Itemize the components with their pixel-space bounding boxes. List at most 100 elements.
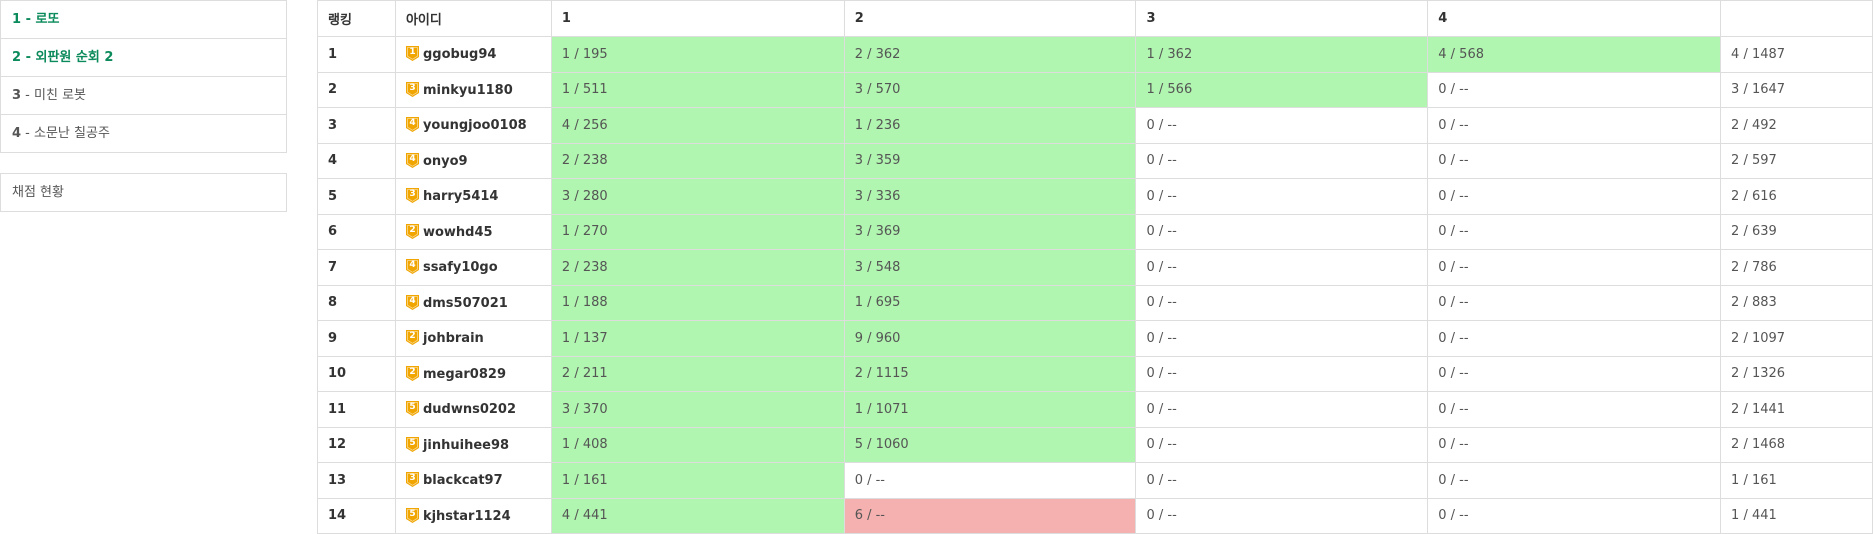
- problem-3-result-cell: 0 / --: [1135, 249, 1429, 286]
- user-id-link[interactable]: onyo9: [423, 154, 468, 169]
- total-cell: 2 / 597: [1720, 142, 1873, 179]
- rank-cell: 10: [317, 355, 396, 392]
- tier-badge-number: 5: [409, 402, 416, 413]
- user-id-link[interactable]: ggobug94: [423, 47, 497, 62]
- user-id-link[interactable]: kjhstar1124: [423, 509, 511, 524]
- problem-sidebar: 1 - 로또 2 - 외판원 순회 23 - 미친 로봇 4 - 소문난 칠공주 채…: [0, 0, 287, 212]
- user-cell: 5 dudwns0202: [394, 391, 552, 428]
- problem-4-result-cell: 0 / --: [1427, 355, 1722, 392]
- rank-cell: 12: [317, 426, 396, 463]
- table-row: 14 5 kjhstar1124 4 / 441 6 / -- 0 / -- 0 / -- 1…: [317, 497, 1873, 534]
- problem-separator: -: [21, 88, 35, 103]
- problem-2-result-cell: 3 / 369: [843, 213, 1137, 250]
- problem-2-result-cell: 2 / 362: [843, 36, 1137, 73]
- table-row: 6 2 wowhd45 1 / 270 3 / 369 0 / -- 0 / -- 2 / 6…: [317, 213, 1873, 250]
- user-cell: 3 blackcat97: [394, 462, 552, 499]
- tier-badge-number: 3: [409, 82, 416, 93]
- user-id-link[interactable]: minkyu1180: [423, 83, 513, 98]
- problem-item-4[interactable]: 4 - 소문난 칠공주: [1, 115, 286, 152]
- problem-3-result-cell: 1 / 566: [1135, 71, 1429, 108]
- problem-3-result-cell: 0 / --: [1135, 355, 1429, 392]
- tier-badge-icon: 1: [405, 46, 419, 62]
- table-row: 13 3 blackcat97 1 / 161 0 / -- 0 / -- 0 / -- 1 …: [317, 462, 1873, 499]
- total-cell: 2 / 883: [1720, 284, 1873, 321]
- user-id-link[interactable]: megar0829: [423, 367, 506, 382]
- tier-badge-icon: 2: [405, 330, 419, 346]
- problem-3-result-cell: 1 / 362: [1135, 36, 1429, 73]
- tier-badge-icon: 2: [405, 365, 419, 381]
- total-cell: 1 / 441: [1720, 497, 1873, 534]
- total-cell: 2 / 786: [1720, 249, 1873, 286]
- user-cell: 2 wowhd45: [394, 213, 552, 250]
- problem-3-result-cell: 0 / --: [1135, 426, 1429, 463]
- problem-title: 소문난 칠공주: [34, 126, 110, 141]
- problem-4-result-cell: 4 / 568: [1427, 36, 1722, 73]
- rank-cell: 3: [317, 107, 396, 144]
- user-id-link[interactable]: dms507021: [423, 296, 508, 311]
- problem-1-result-cell: 2 / 238: [550, 249, 845, 286]
- column-header-2: 1: [550, 0, 845, 37]
- problem-1-result-cell: 1 / 188: [550, 284, 845, 321]
- user-id-link[interactable]: jinhuihee98: [423, 438, 509, 453]
- problem-3-result-cell: 0 / --: [1135, 178, 1429, 215]
- user-id-link[interactable]: harry5414: [423, 189, 499, 204]
- tier-badge-number: 4: [409, 118, 416, 129]
- user-id-link[interactable]: dudwns0202: [423, 402, 516, 417]
- problem-2-result-cell: 6 / --: [843, 497, 1137, 534]
- table-row: 4 4 onyo9 2 / 238 3 / 359 0 / -- 0 / -- 2 / 597: [317, 142, 1873, 179]
- tier-badge-number: 3: [409, 189, 416, 200]
- problem-2-result-cell: 1 / 695: [843, 284, 1137, 321]
- problem-4-result-cell: 0 / --: [1427, 71, 1722, 108]
- problem-number: 2: [12, 50, 22, 65]
- problem-1-result-cell: 1 / 270: [550, 213, 845, 250]
- table-row: 8 4 dms507021 1 / 188 1 / 695 0 / -- 0 / -- 2 /…: [317, 284, 1873, 321]
- problem-2-result-cell: 3 / 336: [843, 178, 1137, 215]
- rank-cell: 11: [317, 391, 396, 428]
- total-cell: 2 / 492: [1720, 107, 1873, 144]
- user-id-link[interactable]: wowhd45: [423, 225, 493, 240]
- problem-separator: -: [21, 12, 36, 27]
- rank-cell: 1: [317, 36, 396, 73]
- rank-cell: 5: [317, 178, 396, 215]
- tier-badge-number: 5: [409, 437, 416, 448]
- user-id-link[interactable]: blackcat97: [423, 473, 503, 488]
- problem-4-result-cell: 0 / --: [1427, 284, 1722, 321]
- table-row: 2 3 minkyu1180 1 / 511 3 / 570 1 / 566 0 / -- 3…: [317, 71, 1873, 108]
- user-id-link[interactable]: ssafy10go: [423, 260, 498, 275]
- user-id-link[interactable]: youngjoo0108: [423, 118, 527, 133]
- tier-badge-icon: 4: [405, 259, 419, 275]
- total-cell: 3 / 1647: [1720, 71, 1873, 108]
- problem-separator: -: [21, 50, 36, 65]
- scoreboard-table: 랭킹 아이디 1 2 3 4 1 1 ggobug94 1 / 195 2 / 362 1 / 36…: [317, 0, 1873, 534]
- total-cell: 2 / 1097: [1720, 320, 1873, 357]
- column-header-5: 4: [1427, 0, 1722, 37]
- problem-4-result-cell: 0 / --: [1427, 142, 1722, 179]
- user-cell: 5 jinhuihee98: [394, 426, 552, 463]
- tier-badge-number: 4: [409, 295, 416, 306]
- user-id-link[interactable]: johbrain: [423, 331, 484, 346]
- problem-item-2[interactable]: 2 - 외판원 순회 2: [1, 39, 286, 77]
- problem-item-3[interactable]: 3 - 미친 로봇: [1, 77, 286, 115]
- problem-4-result-cell: 0 / --: [1427, 426, 1722, 463]
- problem-1-result-cell: 1 / 137: [550, 320, 845, 357]
- rank-cell: 8: [317, 284, 396, 321]
- judge-status-link[interactable]: 채점 현황: [0, 173, 287, 212]
- user-cell: 4 youngjoo0108: [394, 107, 552, 144]
- problem-3-result-cell: 0 / --: [1135, 320, 1429, 357]
- problem-2-result-cell: 2 / 1115: [843, 355, 1137, 392]
- column-header-0: 랭킹: [317, 0, 396, 37]
- problem-4-result-cell: 0 / --: [1427, 462, 1722, 499]
- tier-badge-icon: 3: [405, 188, 419, 204]
- problem-3-result-cell: 0 / --: [1135, 142, 1429, 179]
- problem-item-1[interactable]: 1 - 로또: [1, 1, 286, 39]
- rank-cell: 14: [317, 497, 396, 534]
- column-header-1: 아이디: [394, 0, 552, 37]
- problem-2-result-cell: 9 / 960: [843, 320, 1137, 357]
- user-cell: 3 minkyu1180: [394, 71, 552, 108]
- rank-cell: 13: [317, 462, 396, 499]
- user-cell: 2 megar0829: [394, 355, 552, 392]
- problem-number: 3: [12, 88, 22, 103]
- tier-badge-icon: 5: [405, 436, 419, 452]
- problem-2-result-cell: 5 / 1060: [843, 426, 1137, 463]
- tier-badge-icon: 4: [405, 294, 419, 310]
